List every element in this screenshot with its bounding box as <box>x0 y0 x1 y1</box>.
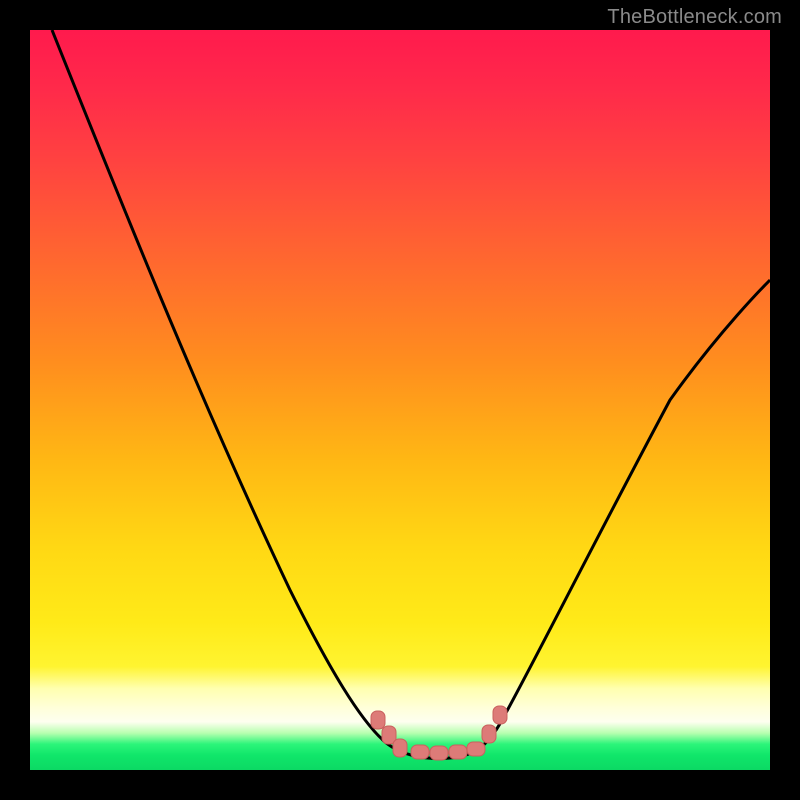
curve-layer <box>30 30 770 770</box>
outer-frame: TheBottleneck.com <box>0 0 800 800</box>
marker-dot <box>449 745 467 759</box>
watermark-text: TheBottleneck.com <box>607 6 782 29</box>
marker-dot <box>393 739 407 757</box>
bottleneck-curve <box>52 30 770 758</box>
plot-area <box>30 30 770 770</box>
marker-dot <box>411 745 429 759</box>
marker-dot <box>371 711 385 729</box>
marker-dot <box>467 742 485 756</box>
marker-dot <box>430 746 448 760</box>
marker-dot <box>493 706 507 724</box>
marker-dot <box>482 725 496 743</box>
marker-cluster <box>371 706 507 760</box>
